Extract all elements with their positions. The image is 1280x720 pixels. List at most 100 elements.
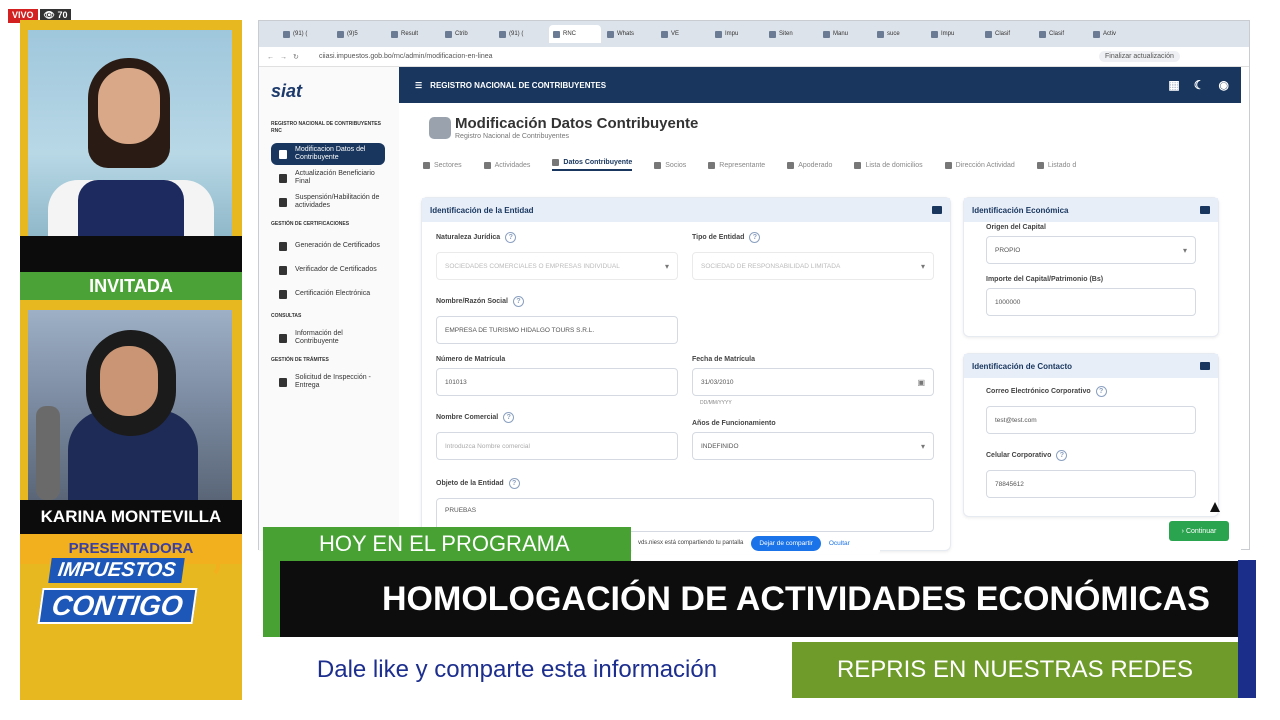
people-icon — [279, 173, 287, 183]
sidebar-item-generacion[interactable]: Generación de Certificados — [271, 235, 385, 257]
celular-label-text: Celular Corporativo — [986, 452, 1052, 459]
screen-share-bar: vds.niesx está compartiendo tu pantalla … — [632, 532, 880, 554]
browser-tab[interactable]: RNC — [549, 25, 601, 43]
url-field[interactable]: ciiasi.impuestos.gob.bo/rnc/admin/modifi… — [319, 53, 1079, 60]
form-tab[interactable]: Actividades — [483, 161, 530, 169]
user-icon[interactable]: ◉ — [1219, 78, 1229, 92]
favicon-icon — [445, 30, 452, 38]
nav-buttons[interactable]: ←→↻ — [259, 53, 319, 61]
headline: HOMOLOGACIÓN DE ACTIVIDADES ECONÓMICAS — [280, 561, 1240, 637]
correo-label-text: Correo Electrónico Corporativo — [986, 388, 1091, 395]
browser-tab[interactable]: Activ — [1089, 25, 1141, 43]
hide-button[interactable]: Ocultar — [829, 540, 850, 547]
calendar-icon[interactable]: ▣ — [917, 378, 925, 387]
tab-icon — [854, 161, 862, 169]
browser-tab[interactable]: Siten — [765, 25, 817, 43]
form-tab[interactable]: Socios — [654, 161, 686, 169]
browser-tab-label: VE — [671, 31, 680, 37]
razon-input[interactable]: EMPRESA DE TURISMO HIDALGO TOURS S.R.L. — [436, 316, 678, 344]
sidebar-item-label: Modificacion Datos del Contribuyente — [295, 146, 366, 161]
sidebar-item-solicitud[interactable]: Solicitud de Inspección - Entrega — [271, 371, 385, 393]
continue-button[interactable]: › Continuar — [1169, 521, 1229, 541]
entity-card: Identificación de la Entidad Naturaleza … — [421, 197, 951, 551]
browser-tab[interactable]: Clasif — [981, 25, 1033, 43]
page-subtitle: Registro Nacional de Contribuyentes — [455, 133, 570, 140]
browser-tab[interactable]: (91) ( — [495, 25, 547, 43]
browser-tab[interactable]: Impu — [927, 25, 979, 43]
browser-tab-label: Whats — [617, 31, 635, 37]
form-tab[interactable]: Datos Contribuyente — [552, 159, 633, 171]
anos-value: INDEFINIDO — [701, 442, 739, 450]
correo-input[interactable]: test@test.com — [986, 406, 1196, 434]
finalize-update-button[interactable]: Finalizar actualización — [1099, 51, 1180, 62]
browser-tab[interactable]: Result — [387, 25, 439, 43]
theme-icon[interactable]: ☾ — [1194, 78, 1205, 92]
comercial-input[interactable]: Introduzca Nombre comercial — [436, 432, 678, 460]
guest-face — [100, 346, 158, 416]
help-icon[interactable]: ? — [505, 232, 517, 243]
host-face — [98, 68, 160, 144]
sidebar-item-suspension[interactable]: Suspensión/Habilitación de actividades — [271, 191, 385, 213]
help-icon[interactable]: ? — [508, 478, 520, 489]
browser-tab[interactable]: (91) ( — [279, 25, 331, 43]
anos-select[interactable]: INDEFINIDO ▾ — [692, 432, 934, 460]
tipo-label-text: Tipo de Entidad — [692, 234, 745, 241]
phone-icon — [1200, 362, 1210, 370]
help-icon[interactable]: ? — [1095, 386, 1107, 397]
browser-tab[interactable]: Whats — [603, 25, 655, 43]
sidebar-item-label: Verificador de Certificados — [295, 266, 377, 273]
help-icon[interactable]: ? — [1056, 450, 1068, 461]
sidebar-item-modificacion[interactable]: Modificacion Datos del Contribuyente — [271, 143, 385, 165]
help-icon[interactable]: ? — [512, 296, 524, 307]
browser-tab-label: (91) ( — [293, 31, 308, 37]
form-tab[interactable]: Sectores — [423, 161, 462, 169]
importe-input[interactable]: 1000000 — [986, 288, 1196, 316]
origen-label: Origen del Capital — [986, 224, 1046, 231]
favicon-icon — [1039, 30, 1046, 38]
sidebar-item-informacion[interactable]: Información del Contribuyente — [271, 327, 385, 349]
browser-tab-bar: (91) ((9)5 Result Ctrib (91) (RNC Whats VE Imp… — [259, 21, 1249, 47]
favicon-icon — [391, 30, 398, 38]
form-tab[interactable]: Dirección Actividad — [944, 161, 1015, 169]
stop-sharing-button[interactable]: Dejar de compartir — [751, 535, 821, 551]
importe-label: Importe del Capital/Patrimonio (Bs) — [986, 276, 1104, 283]
form-tab[interactable]: Listado d — [1036, 161, 1076, 169]
form-tab[interactable]: Apoderado — [787, 161, 833, 169]
favicon-icon — [661, 30, 668, 38]
tab-icon — [654, 161, 662, 169]
browser-tab[interactable]: Clasif — [1035, 25, 1087, 43]
sidebar-item-label: Información del Contribuyente — [295, 330, 343, 345]
form-tab[interactable]: Representante — [708, 161, 765, 169]
sidebar-item-certificacion[interactable]: Certificación Electrónica — [271, 283, 385, 305]
form-tab[interactable]: Lista de domicilios — [854, 161, 923, 169]
naturaleza-label-text: Naturaleza Jurídica — [436, 234, 501, 241]
browser-tab-label: Manu — [833, 31, 849, 37]
browser-tab[interactable]: Impu — [711, 25, 763, 43]
host-vest — [78, 180, 184, 236]
celular-input[interactable]: 78845612 — [986, 470, 1196, 498]
browser-tab[interactable]: Manu — [819, 25, 871, 43]
fecha-input[interactable]: 31/03/2010 ▣ — [692, 368, 934, 396]
browser-tab[interactable]: (9)5 — [333, 25, 385, 43]
fecha-hint: DD/MM/YYYY — [700, 400, 732, 406]
naturaleza-select[interactable]: SOCIEDADES COMERCIALES O EMPRESAS INDIVI… — [436, 252, 678, 280]
browser-tab-label: suce — [887, 31, 900, 37]
matricula-input[interactable]: 101013 — [436, 368, 678, 396]
document-icon — [279, 289, 287, 299]
menu-icon[interactable]: ☰ — [415, 81, 422, 90]
tipo-select[interactable]: SOCIEDAD DE RESPONSABILIDAD LIMITADA ▾ — [692, 252, 934, 280]
browser-tab[interactable]: VE — [657, 25, 709, 43]
browser-tab-label: Impu — [941, 31, 955, 37]
document-icon — [279, 265, 287, 275]
tab-icon — [1036, 161, 1044, 169]
form-tab-label: Apoderado — [798, 161, 833, 169]
sidebar-item-verificador[interactable]: Verificador de Certificados — [271, 259, 385, 281]
browser-tab[interactable]: Ctrib — [441, 25, 493, 43]
help-icon[interactable]: ? — [503, 412, 515, 423]
sidebar-item-beneficiario[interactable]: Actualización Beneficiario Final — [271, 167, 385, 189]
continue-label: Continuar — [1185, 527, 1217, 535]
origen-select[interactable]: PROPIO ▾ — [986, 236, 1196, 264]
browser-tab[interactable]: suce — [873, 25, 925, 43]
grid-icon[interactable]: ▦ — [1168, 78, 1179, 92]
help-icon[interactable]: ? — [749, 232, 761, 243]
